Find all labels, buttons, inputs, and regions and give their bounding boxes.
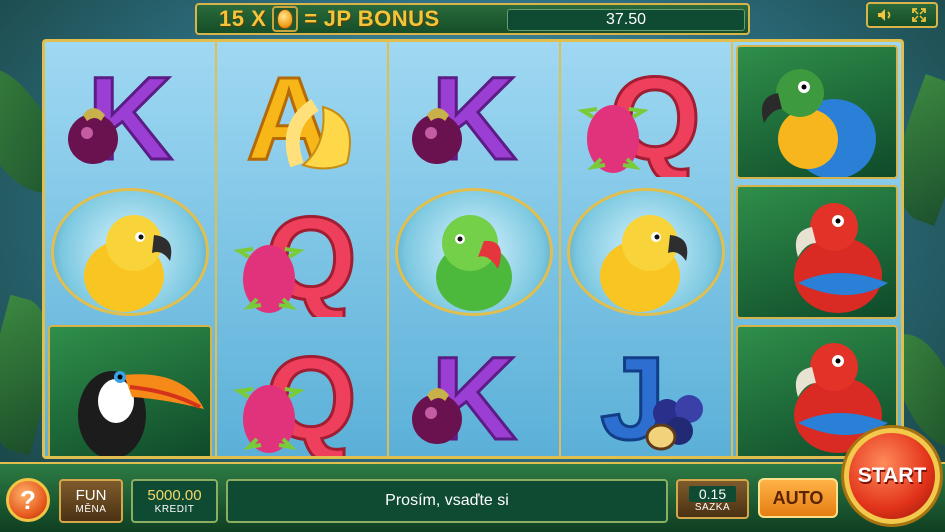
symbol-green-parrot xyxy=(389,182,559,322)
start-button[interactable]: START xyxy=(844,428,940,524)
status-message: Prosím, vsaďte si xyxy=(385,492,509,509)
symbol-red-macaw xyxy=(733,182,901,322)
symbol-q-dragonfruit: Q xyxy=(217,182,387,322)
bet-button[interactable]: 0.15 SAZKA xyxy=(676,479,749,519)
symbol-q-dragonfruit: Q xyxy=(217,322,387,456)
message-panel: Prosím, vsaďte si xyxy=(226,479,668,523)
symbol-k-mangosteen: K xyxy=(45,42,215,182)
reel-1: K xyxy=(45,42,217,456)
currency-button[interactable]: FUN MĚNA xyxy=(59,479,123,523)
symbol-yellow-parrot xyxy=(561,182,731,322)
reel-3: K K xyxy=(389,42,561,456)
symbol-j-berries: J xyxy=(561,322,731,456)
bet-label: SAZKA xyxy=(694,501,731,513)
bet-value: 0.15 xyxy=(688,485,737,502)
golden-egg-icon xyxy=(272,6,299,32)
jackpot-value: 37.50 xyxy=(507,9,745,31)
credit-value: 5000.00 xyxy=(147,487,202,504)
symbol-k-mangosteen: K xyxy=(389,42,559,182)
symbol-yellow-parrot xyxy=(45,182,215,322)
symbol-k-mangosteen: K xyxy=(389,322,559,456)
fun-label: FUN xyxy=(75,487,107,504)
reel-5 xyxy=(733,42,901,456)
jackpot-label: JP BONUS xyxy=(323,6,440,31)
symbol-q-dragonfruit: Q xyxy=(561,42,731,182)
start-label: START xyxy=(857,464,927,487)
reel-4: Q J xyxy=(561,42,733,456)
symbol-blue-macaw xyxy=(733,42,901,182)
speaker-icon[interactable] xyxy=(875,5,895,25)
symbol-a-banana: A xyxy=(217,42,387,182)
jackpot-multiplier: 15 X xyxy=(219,6,267,31)
symbol-toucan xyxy=(45,322,215,456)
fullscreen-icon[interactable] xyxy=(909,5,929,25)
reel-area: K A Q Q K K Q J xyxy=(42,39,904,459)
help-button[interactable]: ? xyxy=(6,478,50,522)
credit-display: 5000.00 KREDIT xyxy=(131,479,218,523)
help-label: ? xyxy=(20,484,36,515)
reel-2: A Q Q xyxy=(217,42,389,456)
auto-button[interactable]: AUTO xyxy=(758,478,838,518)
auto-label: AUTO xyxy=(772,487,824,508)
jackpot-bar: 15 X = JP BONUS 37.50 xyxy=(195,3,750,35)
currency-label: MĚNA xyxy=(75,504,107,515)
credit-label: KREDIT xyxy=(154,504,195,515)
jackpot-equals: = xyxy=(304,6,318,31)
window-controls xyxy=(866,2,938,28)
